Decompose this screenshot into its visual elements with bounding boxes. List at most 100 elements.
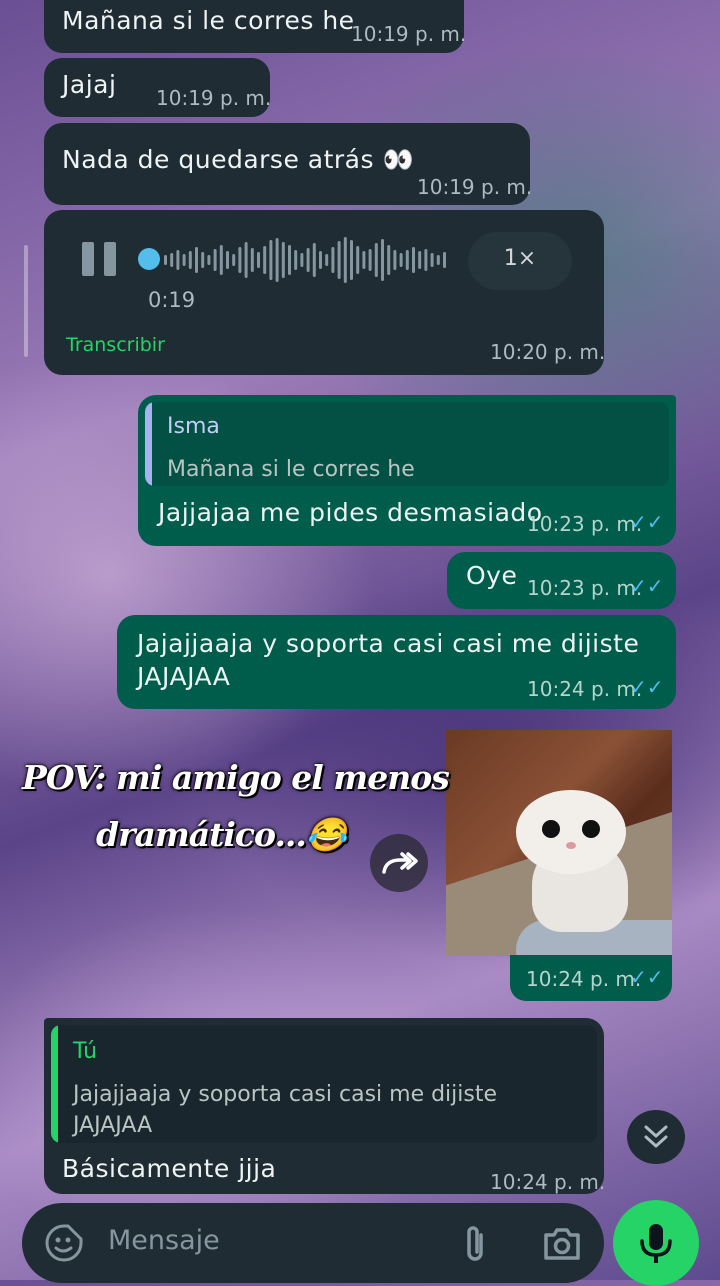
voice-message[interactable]: 1× 0:19 Transcribir 10:20 p. m. — [44, 210, 606, 375]
waveform-bar — [325, 254, 329, 266]
waveform-bar — [238, 247, 242, 273]
message-time: 10:20 p. m. — [490, 340, 606, 364]
message-input[interactable]: Mensaje — [108, 1225, 220, 1256]
attach-icon[interactable] — [460, 1223, 490, 1267]
playback-speed-button[interactable]: 1× — [468, 232, 572, 290]
quote-bar — [51, 1025, 58, 1143]
waveform-bar — [226, 251, 229, 269]
quoted-sender: Isma — [167, 414, 220, 439]
message-text: Nada de quedarse atrás 👀 — [62, 145, 415, 174]
waveform-bar — [182, 254, 186, 266]
message-time: 10:23 p. m. — [527, 512, 643, 536]
quoted-text: Mañana si le corres he — [167, 457, 415, 482]
waveform-bar — [412, 247, 415, 273]
quoted-message[interactable]: Isma Mañana si le corres he — [145, 402, 669, 486]
waveform-bar — [195, 247, 198, 273]
waveform-bar — [263, 246, 267, 274]
scroll-to-bottom-button[interactable] — [627, 1110, 685, 1164]
voice-record-button[interactable] — [613, 1200, 699, 1286]
waveform-bar — [275, 238, 279, 282]
transcribe-button[interactable]: Transcribir — [66, 334, 165, 356]
message-time: 10:24 p. m. — [527, 677, 643, 701]
incoming-message[interactable]: Nada de quedarse atrás 👀 10:19 p. m. — [44, 123, 533, 205]
waveform-bar — [356, 246, 360, 274]
pause-icon[interactable] — [82, 242, 118, 276]
overlay-caption-line-1: POV: mi amigo el menos — [22, 758, 450, 797]
cat-nose — [566, 842, 576, 849]
waveform-bar — [343, 237, 347, 283]
waveform[interactable] — [164, 232, 454, 288]
incoming-message[interactable]: Mañana si le corres he 10:19 p. m. — [44, 0, 466, 53]
message-time: 10:24 p. m. — [526, 967, 642, 991]
selection-indicator — [24, 245, 28, 357]
message-text-line-1: Jajajjaaja y soporta casi casi me dijist… — [137, 629, 640, 658]
outgoing-message[interactable]: Isma Mañana si le corres he Jajjajaa me … — [138, 395, 676, 546]
waveform-bar — [319, 251, 322, 269]
waveform-bar — [294, 250, 298, 270]
message-time: 10:24 p. m. — [490, 1170, 606, 1194]
outgoing-message[interactable]: Jajajjaaja y soporta casi casi me dijist… — [117, 615, 676, 709]
waveform-bar — [219, 245, 223, 275]
waveform-bar — [288, 245, 291, 275]
incoming-message[interactable]: Jajaj 10:19 p. m. — [44, 58, 271, 117]
read-ticks-icon: ✓✓ — [630, 574, 664, 598]
waveform-bar — [337, 241, 341, 279]
waveform-bar — [306, 248, 310, 272]
message-text: Oye — [466, 561, 518, 590]
waveform-bar — [381, 239, 384, 281]
waveform-bar — [362, 251, 366, 269]
waveform-bar — [201, 252, 205, 268]
waveform-bar — [418, 251, 422, 269]
image-message-photo[interactable] — [446, 730, 672, 956]
waveform-bar — [436, 255, 440, 265]
message-text: Mañana si le corres he — [62, 6, 355, 35]
overlay-caption-line-2: dramático...😂 — [96, 815, 347, 854]
quoted-message[interactable]: Tú Jajajjaaja y soporta casi casi me dij… — [51, 1025, 597, 1143]
waveform-bar — [244, 242, 248, 278]
mic-icon — [640, 1224, 672, 1263]
forward-button[interactable] — [370, 834, 428, 892]
waveform-bar — [164, 255, 167, 265]
quoted-sender: Tú — [73, 1039, 98, 1064]
read-ticks-icon: ✓✓ — [630, 510, 664, 534]
playback-slider-thumb[interactable] — [138, 248, 160, 270]
waveform-bar — [405, 250, 409, 270]
camera-icon[interactable] — [542, 1226, 582, 1262]
waveform-bar — [424, 249, 428, 271]
waveform-bar — [393, 250, 397, 270]
waveform-bar — [250, 248, 254, 272]
waveform-bar — [331, 247, 335, 273]
cat-eye-left — [542, 820, 560, 838]
waveform-bar — [176, 250, 180, 270]
waveform-bar — [281, 242, 285, 278]
waveform-bar — [207, 255, 211, 265]
message-text-line-2: JAJAJAA — [137, 662, 231, 691]
incoming-message[interactable]: Tú Jajajjaaja y soporta casi casi me dij… — [44, 1018, 606, 1194]
playback-speed-label: 1× — [503, 246, 537, 271]
forward-icon — [382, 852, 418, 874]
outgoing-message[interactable]: Oye 10:23 p. m. ✓✓ — [447, 552, 676, 609]
waveform-bar — [300, 253, 304, 267]
waveform-bar — [350, 240, 353, 280]
waveform-bar — [430, 253, 434, 267]
read-ticks-icon: ✓✓ — [630, 965, 664, 989]
sticker-icon[interactable] — [44, 1223, 84, 1263]
waveform-bar — [387, 245, 391, 275]
waveform-bar — [232, 254, 236, 266]
waveform-bar — [368, 249, 372, 271]
waveform-bar — [188, 251, 192, 269]
message-text: Jajjajaa me pides desmasiado — [158, 498, 543, 527]
voice-duration: 0:19 — [148, 288, 196, 312]
read-ticks-icon: ✓✓ — [630, 675, 664, 699]
message-text: Jajaj — [62, 70, 117, 99]
scroll-down-icon — [644, 1125, 668, 1148]
message-time: 10:19 p. m. — [417, 175, 533, 199]
message-composer[interactable]: Mensaje — [22, 1203, 604, 1283]
waveform-bar — [170, 253, 174, 267]
waveform-bar — [213, 249, 217, 271]
quoted-text-line-1: Jajajjaaja y soporta casi casi me dijist… — [73, 1082, 498, 1107]
quoted-text-line-2: JAJAJAA — [73, 1113, 153, 1138]
image-message-timestamp: 10:24 p. m. ✓✓ — [510, 955, 672, 1001]
cat-head — [516, 790, 626, 874]
waveform-bar — [257, 252, 260, 268]
